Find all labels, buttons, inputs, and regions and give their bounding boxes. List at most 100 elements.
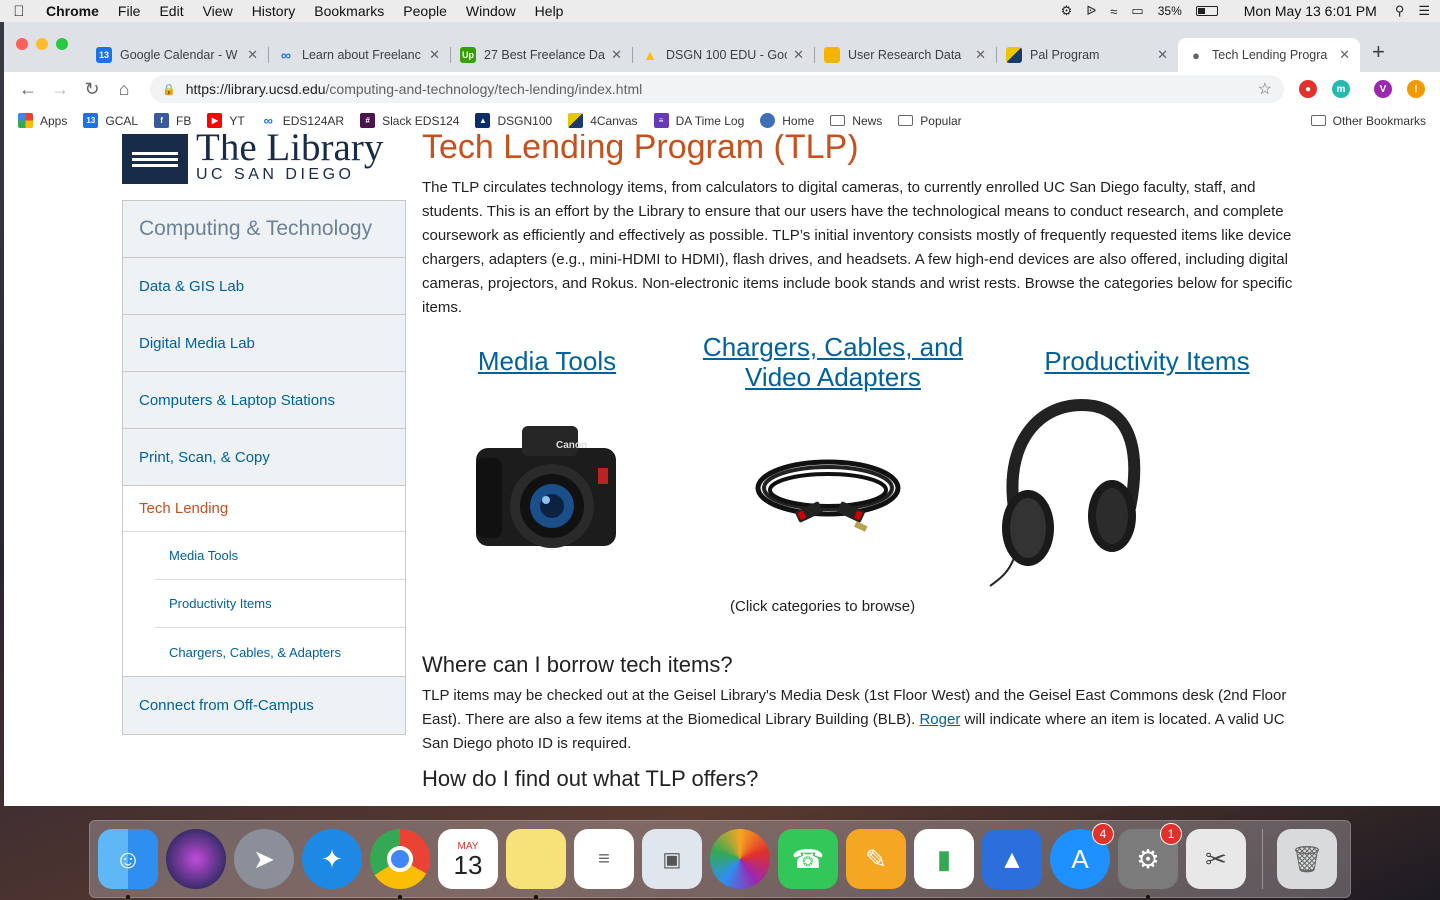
tab-google-calendar[interactable]: 13 Google Calendar - W ✕ — [86, 38, 268, 72]
home-icon[interactable]: ⌂ — [110, 79, 138, 100]
tab-freelance[interactable]: ∞ Learn about Freelanc ✕ — [268, 38, 450, 72]
bookmark-folder-popular[interactable]: Popular — [898, 114, 962, 128]
pages-icon[interactable]: ✎ — [846, 829, 906, 889]
robot-status-icon[interactable]: ⚙ — [1061, 3, 1073, 19]
update-alert-icon[interactable]: ! — [1407, 80, 1425, 98]
bookmark-slack[interactable]: # Slack EDS124 — [360, 113, 459, 128]
sidenav-subitem-chargers-cables[interactable]: Chargers, Cables, & Adapters — [155, 628, 405, 676]
sidenav-item-computers-laptops[interactable]: Computers & Laptop Stations — [123, 372, 405, 429]
library-logo[interactable]: The Library UC SAN DIEGO — [122, 134, 406, 184]
tab-tech-lending[interactable]: ● Tech Lending Progra ✕ — [1178, 38, 1360, 72]
bookmark-4canvas[interactable]: 4Canvas — [568, 113, 638, 128]
close-tab-icon[interactable]: ✕ — [793, 47, 804, 63]
minimize-window-button[interactable] — [36, 38, 48, 50]
bookmark-eds124ar[interactable]: ∞ EDS124AR — [261, 113, 345, 128]
close-tab-icon[interactable]: ✕ — [975, 47, 986, 63]
menu-people[interactable]: People — [403, 3, 447, 19]
category-link-productivity-items[interactable]: Productivity Items — [1032, 346, 1262, 376]
spotlight-search-icon[interactable]: ⚲ — [1395, 3, 1405, 19]
bookmark-gcal[interactable]: 13 GCAL — [83, 113, 138, 128]
close-tab-icon[interactable]: ✕ — [429, 47, 440, 63]
notification-center-icon[interactable]: ☰ — [1418, 3, 1430, 19]
bookmark-fb[interactable]: f FB — [154, 113, 191, 128]
apple-menu-icon[interactable]:  — [10, 3, 28, 20]
system-preferences-icon[interactable]: ⚙ 1 — [1118, 823, 1182, 899]
sidenav-item-tech-lending[interactable]: Tech Lending — [123, 486, 405, 532]
bookmark-folder-news[interactable]: News — [830, 114, 882, 128]
safari-icon[interactable]: ✦ — [302, 829, 362, 889]
menu-help[interactable]: Help — [535, 3, 564, 19]
tab-upwork[interactable]: Up 27 Best Freelance Da ✕ — [450, 38, 632, 72]
menu-history[interactable]: History — [252, 3, 296, 19]
reload-icon[interactable]: ↻ — [78, 79, 106, 100]
close-tab-icon[interactable]: ✕ — [1157, 47, 1168, 63]
trash-icon[interactable]: 🗑 — [1277, 829, 1337, 889]
sidenav-item-data-gis-lab[interactable]: Data & GIS Lab — [123, 258, 405, 315]
reminders-icon[interactable]: ≡ — [574, 829, 634, 889]
sidenav-item-print-scan-copy[interactable]: Print, Scan, & Copy — [123, 429, 405, 486]
notes-icon[interactable] — [506, 829, 566, 899]
launchpad-icon[interactable]: ➤ — [234, 829, 294, 889]
close-tab-icon[interactable]: ✕ — [1339, 47, 1350, 63]
lock-icon[interactable]: 🔒 — [162, 83, 176, 96]
adblock-extension-icon[interactable]: ● — [1299, 80, 1317, 98]
wifi-icon[interactable]: ≈ — [1110, 4, 1117, 19]
calendar-icon[interactable]: MAY 13 — [438, 829, 498, 889]
tab-google-drive[interactable]: ▲ DSGN 100 EDU - Goo ✕ — [632, 38, 814, 72]
fullscreen-window-button[interactable] — [56, 38, 68, 50]
bookmark-dsgn100[interactable]: ▲ DSGN100 — [475, 113, 552, 128]
other-bookmarks[interactable]: Other Bookmarks — [1310, 114, 1426, 128]
facetime-icon[interactable]: ☎ — [778, 829, 838, 889]
app-store-icon[interactable]: A4 — [1050, 823, 1114, 889]
sidenav-item-digital-media-lab[interactable]: Digital Media Lab — [123, 315, 405, 372]
tab-pal-program[interactable]: Pal Program ✕ — [996, 38, 1178, 72]
screenshot-tool-icon[interactable]: ✂ — [1186, 829, 1246, 889]
battery-icon[interactable] — [1195, 6, 1218, 16]
close-tab-icon[interactable]: ✕ — [611, 47, 622, 63]
tab-user-research[interactable]: User Research Data ✕ — [814, 38, 996, 72]
menu-window[interactable]: Window — [466, 3, 516, 19]
bookmark-yt[interactable]: ▶ YT — [207, 113, 245, 128]
sidenav-subitem-productivity-items[interactable]: Productivity Items — [155, 580, 405, 628]
logo-line1: The Library — [196, 134, 384, 169]
bookmark-star-icon[interactable]: ☆ — [1258, 79, 1272, 99]
canvas-icon — [1006, 47, 1022, 63]
siri-icon[interactable] — [166, 829, 226, 889]
keynote-icon[interactable]: ▲ — [982, 829, 1042, 889]
menu-file[interactable]: File — [118, 3, 141, 19]
back-icon[interactable]: ← — [14, 79, 42, 100]
url-text[interactable]: https://library.ucsd.edu/computing-and-t… — [186, 81, 1258, 97]
forward-icon[interactable]: → — [46, 79, 74, 100]
headphones-image[interactable] — [984, 398, 1144, 588]
bluetooth-icon[interactable]: ᐉ — [1086, 3, 1096, 19]
profile-avatar[interactable]: V — [1374, 80, 1392, 98]
battery-percent[interactable]: 35% — [1158, 4, 1182, 18]
menu-app-name[interactable]: Chrome — [46, 3, 99, 19]
close-window-button[interactable] — [16, 38, 28, 50]
clock[interactable]: Mon May 13 6:01 PM — [1244, 3, 1377, 19]
menu-view[interactable]: View — [203, 3, 233, 19]
airplay-icon[interactable]: ▭ — [1131, 3, 1143, 19]
camera-image[interactable]: Canon — [470, 418, 622, 558]
numbers-icon[interactable]: ▮ — [914, 829, 974, 889]
mercury-extension-icon[interactable]: m — [1332, 80, 1350, 98]
preview-icon[interactable]: ▣ — [642, 829, 702, 889]
address-bar[interactable]: 🔒 https://library.ucsd.edu/computing-and… — [150, 75, 1284, 103]
bookmark-apps[interactable]: Apps — [18, 113, 67, 128]
category-link-chargers-cables[interactable]: Chargers, Cables, and Video Adapters — [688, 332, 978, 392]
finder-icon[interactable]: ☺ — [98, 829, 158, 899]
close-tab-icon[interactable]: ✕ — [247, 47, 258, 63]
sidenav-subitem-media-tools[interactable]: Media Tools — [155, 532, 405, 580]
bookmark-da-time-log[interactable]: ≡ DA Time Log — [653, 113, 744, 128]
photos-icon[interactable] — [710, 829, 770, 889]
sidenav-heading[interactable]: Computing & Technology — [123, 201, 405, 258]
menu-bookmarks[interactable]: Bookmarks — [314, 3, 384, 19]
category-link-media-tools[interactable]: Media Tools — [472, 346, 622, 376]
menu-edit[interactable]: Edit — [159, 3, 183, 19]
bookmark-home[interactable]: Home — [760, 113, 814, 128]
new-tab-icon[interactable]: + — [1372, 39, 1385, 65]
roger-link[interactable]: Roger — [919, 711, 960, 728]
sidenav-item-connect-off-campus[interactable]: Connect from Off-Campus — [123, 677, 405, 734]
hdmi-cable-image[interactable] — [754, 448, 904, 538]
chrome-icon[interactable] — [370, 829, 430, 899]
